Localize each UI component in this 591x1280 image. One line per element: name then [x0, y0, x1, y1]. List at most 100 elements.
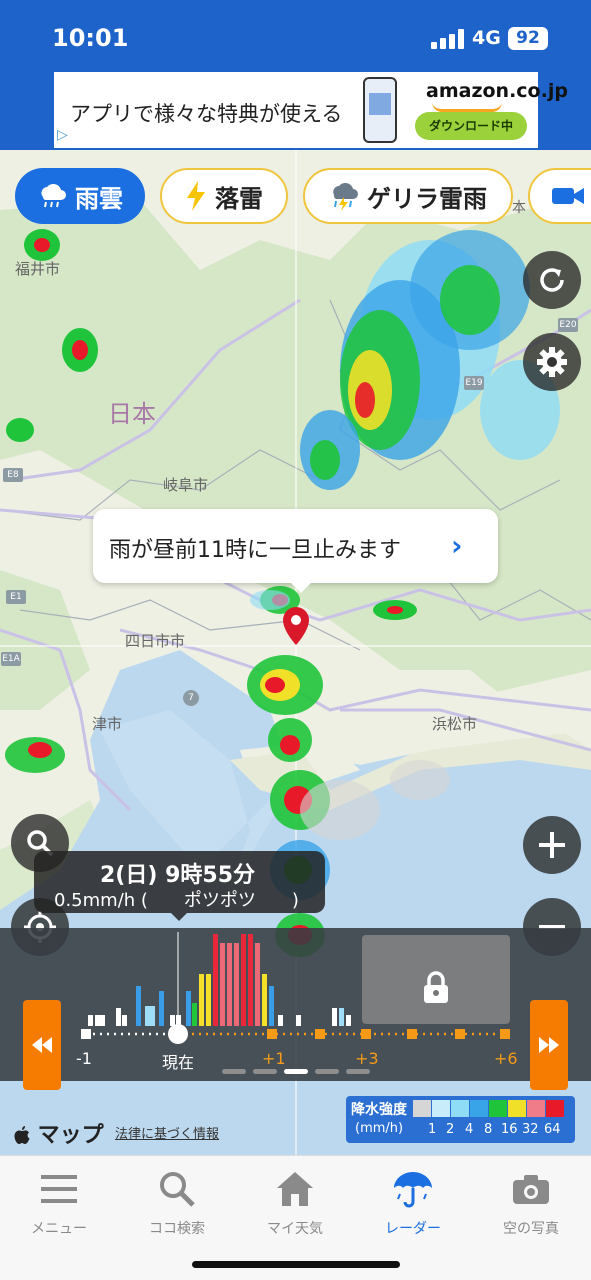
map-label-hamamatsu: 浜松市 [432, 716, 478, 733]
tab-menu-label: メニュー [31, 1221, 87, 1237]
precipitation-bar [241, 934, 246, 1026]
refresh-icon [540, 268, 564, 292]
selected-intensity: 0.5mm/h ( ポツポツ ) [54, 890, 299, 911]
search-icon [160, 1172, 195, 1207]
legend-unit: (mm/h) [355, 1121, 404, 1136]
route-badge-7: 7 [183, 690, 199, 706]
ad-choices-icon[interactable]: ▷ [57, 127, 73, 143]
ad-text: アプリで様々な特典が使える [70, 102, 343, 126]
timeline-panel[interactable]: -1 現在 +1 +3 +6 [0, 928, 591, 1081]
precipitation-bar [262, 974, 267, 1026]
rewind-icon [32, 1037, 52, 1053]
battery-icon: 92 [508, 27, 548, 50]
timeline-label-plus3: +3 [355, 1049, 379, 1068]
tab-search[interactable]: ココ検索 [122, 1164, 232, 1238]
refresh-button[interactable] [523, 251, 581, 309]
layer-chip-guerrilla[interactable]: ゲリラ雷雨 [303, 168, 513, 224]
legend-value: 64 [544, 1122, 561, 1137]
forecast-lock-area[interactable] [362, 935, 510, 1024]
layer-chip-lightning-label: 落雷 [215, 184, 263, 213]
ad-phone-image [363, 77, 397, 143]
precipitation-bar [234, 943, 239, 1026]
route-badge-e20: E20 [558, 318, 578, 332]
status-time: 10:01 [52, 24, 129, 52]
rain-forecast-text: 雨が昼前11時に一旦止みます [109, 538, 401, 563]
precipitation-bar [199, 974, 204, 1026]
tab-my-weather-label: マイ天気 [267, 1221, 323, 1237]
legend-swatch [489, 1100, 507, 1117]
rewind-button[interactable] [23, 1000, 61, 1090]
layer-chip-camera[interactable] [528, 168, 591, 224]
legend-swatch [470, 1100, 488, 1117]
ad-banner[interactable]: ▷ アプリで様々な特典が使える amazon.co.jp ダウンロード中 [54, 72, 568, 148]
home-indicator [192, 1261, 400, 1268]
tab-menu[interactable]: メニュー [4, 1164, 114, 1238]
map-label-gifu: 岐阜市 [163, 477, 209, 494]
menu-icon [41, 1175, 77, 1203]
map-label-yokkaichi: 四日市市 [125, 633, 186, 650]
timeline-label-now: 現在 [162, 1053, 195, 1072]
precipitation-bar [227, 943, 232, 1026]
thunder-cloud-icon [333, 182, 358, 211]
map-label-tsu: 津市 [92, 716, 123, 733]
precipitation-bar [220, 943, 225, 1026]
legend-value: 2 [446, 1122, 455, 1137]
timeline-label-plus1: +1 [262, 1049, 286, 1068]
route-badge-e1a: E1A [1, 652, 21, 666]
legend-title: 降水強度 [351, 1102, 407, 1118]
precipitation-legend: 降水強度 (mm/h) 1 2 4 8 16 32 64 [346, 1096, 575, 1143]
tab-my-weather[interactable]: マイ天気 [240, 1164, 350, 1238]
tab-sky-photos-label: 空の写真 [503, 1221, 559, 1237]
chevron-right-icon: › [451, 529, 463, 562]
lightning-icon [187, 181, 205, 211]
location-pin-icon [283, 607, 309, 645]
legend-value: 4 [465, 1122, 474, 1137]
precipitation-bar [213, 934, 218, 1026]
precipitation-bar [206, 974, 211, 1026]
ad-brand-logo: amazon.co.jp [426, 80, 568, 102]
legend-swatch [546, 1100, 564, 1117]
legal-link[interactable]: 法律に基づく情報 [115, 1123, 219, 1142]
layer-chip-lightning[interactable]: 落雷 [160, 168, 288, 224]
zoom-in-button[interactable] [523, 816, 581, 874]
timeline-track[interactable] [0, 1020, 591, 1050]
legend-value: 1 [428, 1122, 437, 1137]
video-camera-icon [552, 188, 584, 204]
map-label-partial: 本 [512, 199, 526, 215]
tab-radar[interactable]: レーダー [358, 1164, 468, 1238]
signal-icon [431, 29, 465, 49]
legend-swatch [527, 1100, 545, 1117]
maps-label: マップ [37, 1123, 104, 1148]
tab-radar-label: レーダー [385, 1221, 441, 1237]
tab-sky-photos[interactable]: 空の写真 [476, 1164, 586, 1238]
plus-icon [539, 832, 565, 858]
fast-forward-icon [539, 1037, 559, 1053]
legend-value: 8 [484, 1122, 493, 1137]
route-badge-e1: E1 [6, 590, 26, 604]
legend-swatch [432, 1100, 450, 1117]
precipitation-bar [248, 934, 253, 1026]
camera-icon [513, 1175, 549, 1204]
apple-maps-attribution: マップ [14, 1117, 104, 1149]
selected-time-box: 2(日) 9時55分 0.5mm/h ( ポツポツ ) [34, 851, 325, 921]
legend-swatch [451, 1100, 469, 1117]
umbrella-icon [394, 1172, 432, 1208]
settings-button[interactable] [523, 333, 581, 391]
rain-forecast-tooltip[interactable]: 雨が昼前11時に一旦止みます › [93, 509, 498, 593]
timeline-handle [168, 1024, 188, 1044]
timeline-label-plus6: +6 [494, 1049, 518, 1068]
tab-search-label: ココ検索 [149, 1221, 205, 1237]
fast-forward-button[interactable] [530, 1000, 568, 1090]
apple-logo-icon [14, 1126, 30, 1144]
selected-time: 2(日) 9時55分 [100, 863, 255, 888]
map-label-fukui: 福井市 [15, 261, 61, 278]
legend-value: 32 [522, 1122, 539, 1137]
ad-download-button[interactable]: ダウンロード中 [415, 112, 527, 140]
legend-swatch [508, 1100, 526, 1117]
precipitation-bar [255, 943, 260, 1026]
route-badge-e19: E19 [464, 376, 484, 390]
layer-chip-rain-label: 雨雲 [75, 184, 123, 213]
legend-swatch [413, 1100, 431, 1117]
layer-chip-rain[interactable]: 雨雲 [15, 168, 145, 224]
timeline-label-minus1: -1 [76, 1049, 92, 1068]
